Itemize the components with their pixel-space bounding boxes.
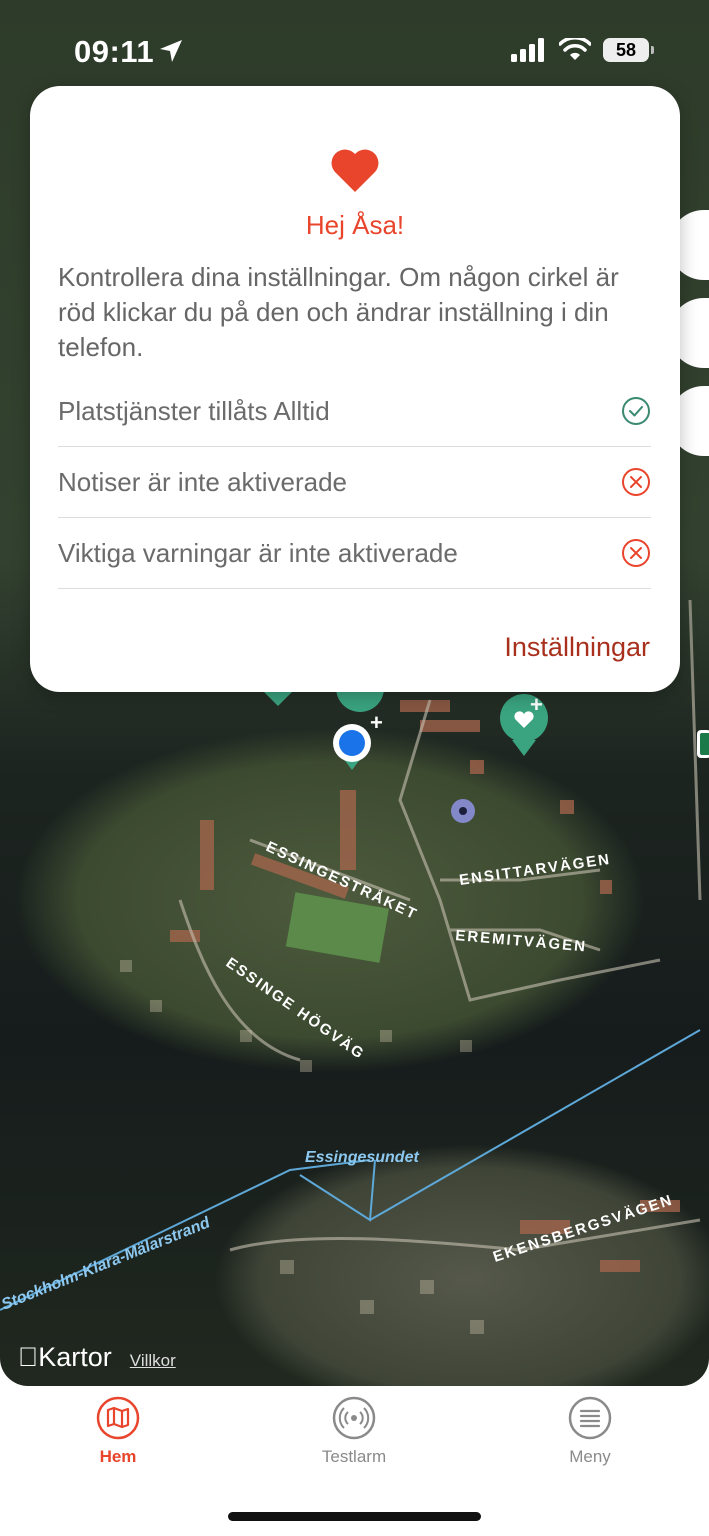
greeting-title: Hej Åsa!: [305, 210, 405, 240]
dialog-intro-text: Kontrollera dina inställningar. Om någon…: [58, 262, 619, 362]
status-bar: 09:11 58: [0, 0, 709, 100]
status-time: 09:11: [74, 34, 155, 69]
tab-menu[interactable]: Meny: [530, 1396, 650, 1467]
tab-home[interactable]: Hem: [58, 1396, 178, 1467]
cellular-signal-icon: [511, 38, 544, 62]
map-label-stockholm-klara: Stockholm-Klara-Mälarstrand: [0, 1214, 214, 1314]
tab-testlarm-label: Testlarm: [321, 1447, 387, 1466]
terms-link[interactable]: Villkor: [130, 1351, 176, 1371]
tab-home-label: Hem: [99, 1447, 137, 1466]
svg-text:+: +: [370, 710, 383, 735]
map-label-essinge-hogvag: ESSINGE HÖGVÄG: [223, 954, 368, 1063]
status-row-notifications[interactable]: Notiser är inte aktiverade: [58, 447, 651, 518]
battery-indicator: 58: [603, 38, 654, 62]
map-label-ensittarvagen: ENSITTARVÄGEN: [458, 851, 612, 889]
check-circle-icon[interactable]: [621, 396, 651, 426]
other-location-dot[interactable]: [451, 799, 475, 823]
location-arrow-icon: [160, 40, 182, 62]
settings-link-button[interactable]: Inställningar: [504, 632, 650, 663]
tab-testlarm[interactable]: Testlarm: [294, 1396, 414, 1467]
tab-menu-label: Meny: [569, 1447, 611, 1466]
map-label-essingesundet: Essingesundet: [305, 1149, 419, 1166]
pin-tail: [264, 692, 292, 706]
settings-check-dialog: Hej Åsa! Kontrollera dina inställningar.…: [30, 86, 680, 692]
wifi-icon: [559, 38, 591, 60]
status-row-location[interactable]: Platstjänster tillåts Alltid: [58, 376, 651, 447]
broadcast-icon: [332, 1396, 376, 1440]
map-attribution: Kartor Villkor: [18, 1342, 176, 1373]
status-row-label: Viktiga varningar är inte aktiverade: [58, 537, 458, 568]
status-row-label: Notiser är inte aktiverade: [58, 466, 348, 497]
svg-text:+: +: [530, 692, 543, 717]
home-indicator: [228, 1512, 481, 1521]
map-icon: [96, 1396, 140, 1440]
status-row-critical-alerts[interactable]: Viktiga varningar är inte aktiverade: [58, 518, 651, 589]
defibrillator-pin-2[interactable]: +: [500, 692, 548, 756]
status-row-label: Platstjänster tillåts Alltid: [58, 395, 330, 426]
user-location-dot: [333, 724, 371, 762]
heart-icon: [331, 149, 379, 192]
apple-maps-logo: Kartor: [18, 1342, 112, 1372]
x-circle-icon[interactable]: [621, 538, 651, 568]
menu-icon: [568, 1396, 612, 1440]
x-circle-icon[interactable]: [621, 467, 651, 497]
settings-status-list: Platstjänster tillåts Alltid Notiser är …: [58, 376, 651, 589]
